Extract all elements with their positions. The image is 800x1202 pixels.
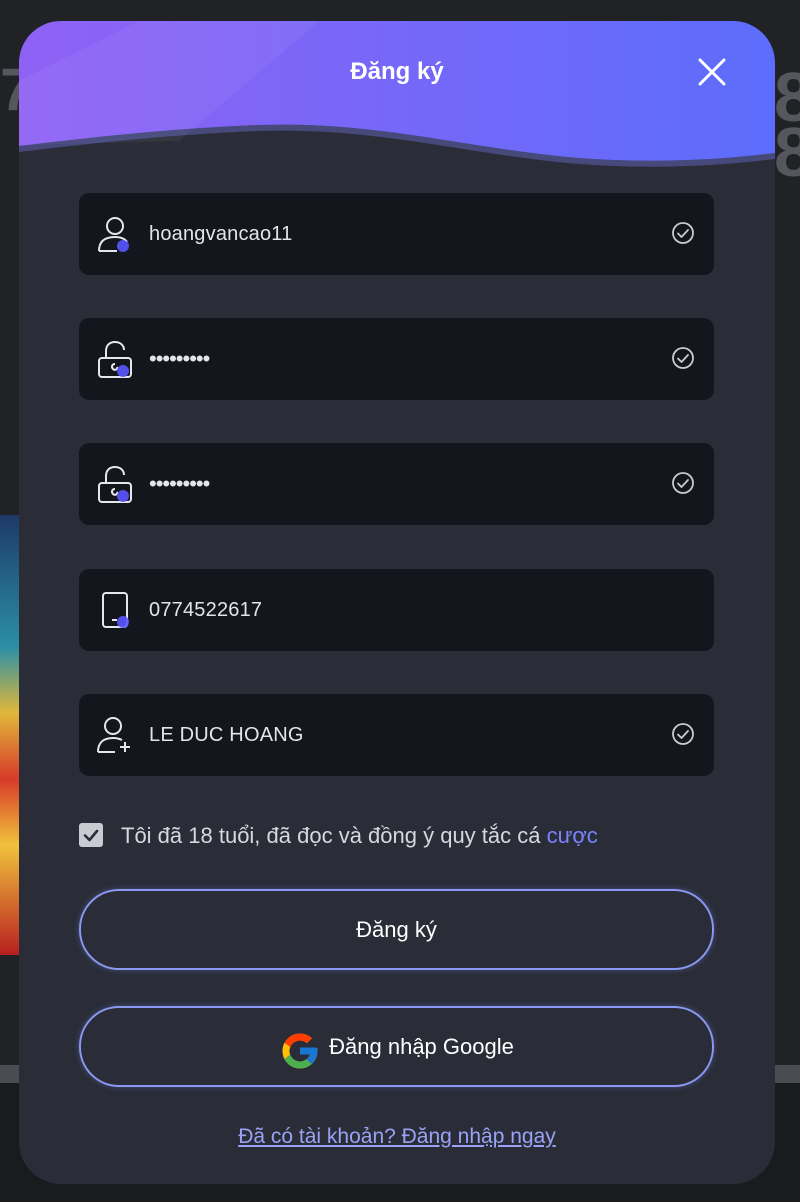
phone-field[interactable]: 0774522617: [79, 569, 714, 651]
agreement-link[interactable]: cược: [547, 823, 598, 848]
register-modal: Đăng ký hoangvancao11 ••••••••• ••••••••…: [19, 21, 775, 1184]
username-value: hoangvancao11: [149, 223, 293, 245]
agreement-text: Tôi đã 18 tuổi, đã đọc và đồng ý quy tắc…: [121, 823, 547, 848]
login-link[interactable]: Đã có tài khoản? Đăng nhập ngay: [19, 1125, 775, 1149]
modal-header: Đăng ký: [19, 21, 775, 191]
check-circle-icon: [671, 471, 695, 495]
background-page-glyph: 7: [0, 56, 20, 115]
user-icon: [95, 213, 135, 255]
full-name-field[interactable]: LE DUC HOANG: [79, 694, 714, 776]
google-login-button[interactable]: Đăng nhập Google: [79, 1006, 714, 1087]
lock-icon: [95, 338, 135, 380]
register-button[interactable]: Đăng ký: [79, 889, 714, 970]
password-value: •••••••••: [149, 346, 210, 371]
google-icon: [279, 1026, 321, 1068]
agreement-label: Tôi đã 18 tuổi, đã đọc và đồng ý quy tắc…: [121, 821, 598, 851]
confirm-password-field[interactable]: •••••••••: [79, 443, 714, 525]
username-field[interactable]: hoangvancao11: [79, 193, 714, 275]
password-field[interactable]: •••••••••: [79, 318, 714, 400]
full-name-value: LE DUC HOANG: [149, 724, 304, 746]
background-page-glyph-right: 88: [774, 70, 800, 180]
close-icon[interactable]: [691, 51, 733, 93]
google-button-label: Đăng nhập Google: [329, 1034, 514, 1059]
lock-icon: [95, 463, 135, 505]
phone-icon: [95, 589, 135, 631]
check-circle-icon: [671, 346, 695, 370]
agree-checkbox[interactable]: [79, 823, 103, 847]
background-page-art: [0, 515, 19, 955]
user-add-icon: [95, 714, 135, 756]
confirm-password-value: •••••••••: [149, 471, 210, 496]
check-circle-icon: [671, 722, 695, 746]
header-wave-background: [19, 21, 775, 167]
check-circle-icon: [671, 221, 695, 245]
phone-value: 0774522617: [149, 599, 263, 621]
register-button-label: Đăng ký: [356, 917, 437, 942]
modal-title: Đăng ký: [350, 58, 444, 85]
